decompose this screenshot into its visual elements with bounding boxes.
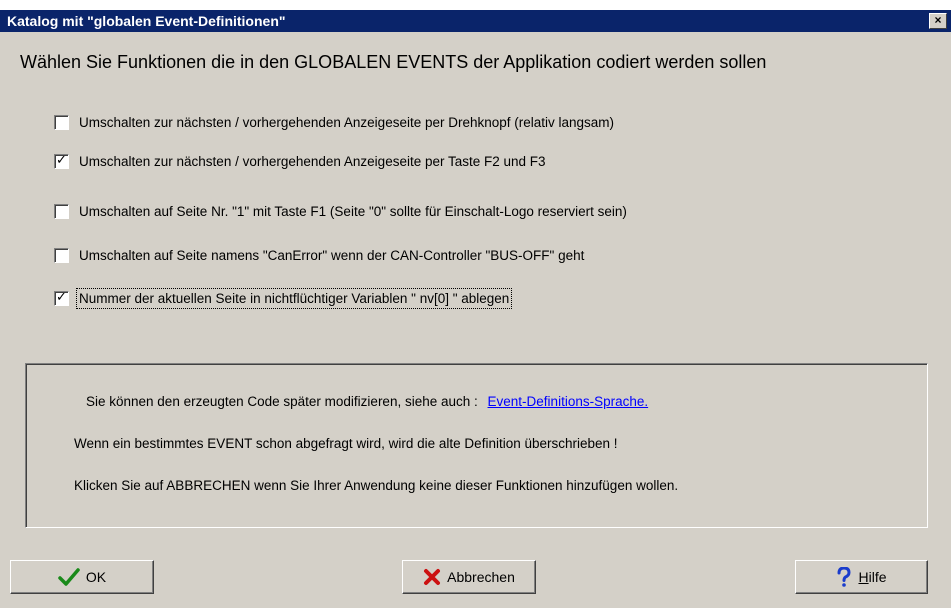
info-panel: Sie können den erzeugten Code später mod… xyxy=(25,363,928,528)
info-line-modify: Sie können den erzeugten Code später mod… xyxy=(86,394,648,409)
help-mnemonic: H xyxy=(858,569,869,585)
ok-button[interactable]: OK xyxy=(10,560,154,594)
option-label: Umschalten auf Seite Nr. "1" mit Taste F… xyxy=(79,203,627,219)
option-f2-f3[interactable]: ✓ Umschalten zur nächsten / vorhergehend… xyxy=(54,151,546,171)
option-nv-storage[interactable]: ✓ Nummer der aktuellen Seite in nichtflü… xyxy=(54,287,513,309)
question-mark-icon xyxy=(836,567,852,587)
checkmark-icon: ✓ xyxy=(56,151,67,167)
cancel-label: Abbrechen xyxy=(447,569,515,585)
help-label-rest: ilfe xyxy=(868,569,887,585)
checkbox[interactable]: ✓ xyxy=(54,288,69,306)
event-definition-link[interactable]: Event-Definitions-Sprache. xyxy=(488,394,649,409)
checkmark-icon: ✓ xyxy=(56,288,67,304)
help-label: Hilfe xyxy=(858,569,886,585)
checkbox[interactable] xyxy=(54,247,69,263)
option-rotary-knob[interactable]: Umschalten zur nächsten / vorhergehenden… xyxy=(54,112,614,132)
option-label: Umschalten auf Seite namens "CanError" w… xyxy=(79,247,585,263)
info-text: Sie können den erzeugten Code später mod… xyxy=(86,394,478,409)
dialog-heading: Wählen Sie Funktionen die in den GLOBALE… xyxy=(20,52,767,72)
x-icon xyxy=(423,568,441,586)
option-can-error[interactable]: Umschalten auf Seite namens "CanError" w… xyxy=(54,245,584,265)
close-icon[interactable]: × xyxy=(929,13,947,29)
title-bar: Katalog mit "globalen Event-Definitionen… xyxy=(0,10,951,32)
checkbox[interactable] xyxy=(54,203,69,219)
window-title: Katalog mit "globalen Event-Definitionen… xyxy=(7,13,286,29)
checkmark-icon xyxy=(58,568,80,586)
info-line-cancel: Klicken Sie auf ABBRECHEN wenn Sie Ihrer… xyxy=(74,478,679,493)
checkbox[interactable]: ✓ xyxy=(54,151,69,169)
help-button[interactable]: Hilfe xyxy=(795,560,928,594)
option-label: Umschalten zur nächsten / vorhergehenden… xyxy=(79,153,546,169)
ok-label: OK xyxy=(85,569,107,585)
cancel-button[interactable]: Abbrechen xyxy=(402,560,536,594)
option-f1-page-one[interactable]: Umschalten auf Seite Nr. "1" mit Taste F… xyxy=(54,201,627,221)
checkbox[interactable] xyxy=(54,114,69,130)
option-label: Nummer der aktuellen Seite in nichtflüch… xyxy=(75,287,513,309)
info-line-overwrite: Wenn ein bestimmtes EVENT schon abgefrag… xyxy=(74,436,618,451)
background-window-strip xyxy=(0,0,951,10)
option-label: Umschalten zur nächsten / vorhergehenden… xyxy=(79,114,615,130)
